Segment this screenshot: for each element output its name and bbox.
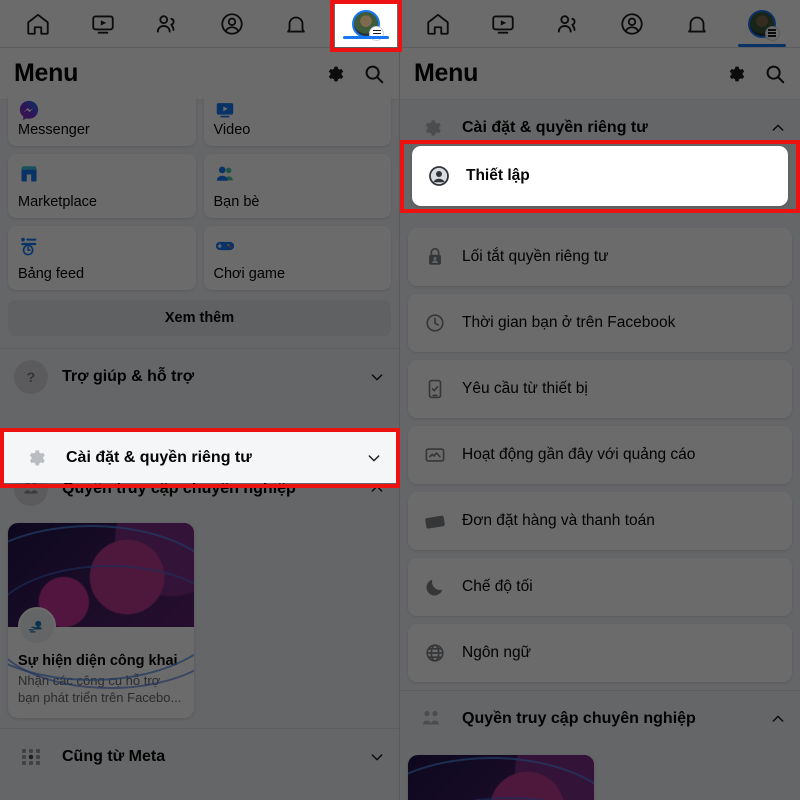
tile-label: Messenger <box>18 122 90 138</box>
marketplace-icon <box>18 162 186 186</box>
friends-icon <box>214 162 382 186</box>
section-label: Cài đặt & quyền riêng tư <box>66 448 252 466</box>
list-item-label: Đơn đặt hàng và thanh toán <box>462 512 655 529</box>
list-item-label: Ngôn ngữ <box>462 644 531 661</box>
video-icon <box>214 98 382 122</box>
list-item-recent-ad-activity[interactable]: Hoạt động gần đây với quảng cáo <box>408 426 792 484</box>
lock-person-icon <box>422 246 448 268</box>
account-circle-icon <box>426 164 452 188</box>
left-panel: Menu Messenger Video Marketplace Bạn bè … <box>0 0 400 800</box>
tile-friends[interactable]: Bạn bè <box>203 154 391 218</box>
moon-icon <box>422 576 448 598</box>
nav-video-icon[interactable] <box>475 1 531 47</box>
tile-feeds[interactable]: Bảng feed <box>8 226 196 290</box>
promo-arc-decoration <box>408 757 594 800</box>
chevron-down-icon <box>371 754 383 761</box>
tile-label: Bảng feed <box>18 266 85 282</box>
nav-home-icon[interactable] <box>10 1 66 47</box>
device-check-icon <box>422 378 448 400</box>
nav-bell-icon[interactable] <box>669 1 725 47</box>
ads-activity-icon <box>422 444 448 466</box>
search-icon[interactable] <box>363 63 385 85</box>
list-item-label: Lối tắt quyền riêng tư <box>462 248 609 265</box>
avatar <box>747 9 780 41</box>
spotlight-thiet-lap-item[interactable]: Thiết lập <box>412 146 788 206</box>
tile-video[interactable]: Video <box>203 90 391 146</box>
chevron-up-icon <box>772 124 784 131</box>
hamburger-menu-badge-icon <box>369 26 384 41</box>
messenger-icon <box>18 98 186 122</box>
section-help-support[interactable]: ? Trợ giúp & hỗ trợ <box>0 349 399 405</box>
gear-icon[interactable] <box>724 63 746 85</box>
nav-profile-icon[interactable] <box>604 1 660 47</box>
tile-gaming[interactable]: Chơi game <box>203 226 391 290</box>
nav-menu-avatar-icon[interactable] <box>734 1 790 47</box>
search-icon[interactable] <box>764 63 786 85</box>
nav-friends-icon[interactable] <box>540 1 596 47</box>
chevron-down-icon <box>368 454 380 461</box>
svg-text:?: ? <box>27 370 36 386</box>
section-label: Trợ giúp & hỗ trợ <box>62 368 195 385</box>
list-item-device-requests[interactable]: Yêu cầu từ thiết bị <box>408 360 792 418</box>
promo-image <box>8 523 194 690</box>
gear-icon[interactable] <box>323 63 345 85</box>
clock-icon <box>422 312 448 334</box>
top-navigation-bar-right <box>400 0 800 48</box>
spotlight-settings-privacy-row[interactable]: Cài đặt & quyền riêng tư <box>4 432 396 483</box>
nav-home-icon[interactable] <box>410 1 466 47</box>
gaming-icon <box>214 234 382 258</box>
chevron-up-icon <box>772 715 784 722</box>
list-item-time-on-facebook[interactable]: Thời gian bạn ở trên Facebook <box>408 294 792 352</box>
section-professional-access-right[interactable]: Quyền truy cập chuyên nghiệp <box>400 691 800 747</box>
list-item-label: Hoạt động gần đây với quảng cáo <box>462 446 696 463</box>
credit-card-icon <box>422 510 448 532</box>
section-label: Quyền truy cập chuyên nghiệp <box>462 710 696 727</box>
list-item-dark-mode[interactable]: Chế độ tối <box>408 558 792 616</box>
list-item-orders-payments[interactable]: Đơn đặt hàng và thanh toán <box>408 492 792 550</box>
section-label: Cũng từ Meta <box>62 748 166 766</box>
promo-image <box>408 755 594 800</box>
rocket-profile-icon <box>18 607 56 645</box>
nav-bell-icon[interactable] <box>268 1 324 47</box>
question-mark-icon: ? <box>14 360 48 394</box>
section-also-from-meta[interactable]: Cũng từ Meta <box>0 729 399 786</box>
menu-header-right: Menu <box>400 48 800 100</box>
tile-label: Bạn bè <box>213 194 260 210</box>
see-more-button[interactable]: Xem thêm <box>8 300 391 336</box>
list-item-label: Thời gian bạn ở trên Facebook <box>462 314 676 331</box>
list-item-label: Yêu cầu từ thiết bị <box>462 380 588 397</box>
page-title: Menu <box>14 59 79 87</box>
professional-icon <box>414 702 448 736</box>
list-item-label: Thiết lập <box>466 167 530 184</box>
gear-icon <box>414 111 448 145</box>
right-panel: Menu Cài đặt & quyền riêng tư Lối tắt qu… <box>400 0 800 800</box>
nav-video-icon[interactable] <box>75 1 131 47</box>
settings-list: Lối tắt quyền riêng tư Thời gian bạn ở t… <box>400 156 800 682</box>
tile-label: Video <box>213 122 251 138</box>
tile-marketplace[interactable]: Marketplace <box>8 154 196 218</box>
screenshot-root: Menu Messenger Video Marketplace Bạn bè … <box>0 0 800 800</box>
page-title: Menu <box>414 59 479 87</box>
spotlight-menu-avatar-cell[interactable] <box>335 1 397 47</box>
nav-friends-icon[interactable] <box>139 1 195 47</box>
list-item-label: Chế độ tối <box>462 578 533 595</box>
list-item-language[interactable]: Ngôn ngữ <box>408 624 792 682</box>
shortcut-tiles-grid: Messenger Video Marketplace Bạn bè Bảng … <box>0 90 399 290</box>
nav-profile-icon[interactable] <box>204 1 260 47</box>
meta-apps-icon <box>14 740 48 774</box>
chevron-up-icon <box>371 485 383 492</box>
tile-label: Chơi game <box>213 266 286 282</box>
promo-card-public-presence[interactable]: Sự hiện diện công khai Nhận các công cụ … <box>8 523 194 719</box>
chevron-down-icon <box>371 374 383 381</box>
list-item-privacy-shortcut[interactable]: Lối tắt quyền riêng tư <box>408 228 792 286</box>
promo-card-public-presence-right[interactable] <box>408 755 594 800</box>
tile-messenger[interactable]: Messenger <box>8 90 196 146</box>
section-label: Cài đặt & quyền riêng tư <box>462 119 648 136</box>
hamburger-menu-badge-icon <box>764 25 780 41</box>
gear-icon <box>18 441 52 475</box>
avatar <box>352 10 384 41</box>
feeds-icon <box>18 234 186 258</box>
tile-label: Marketplace <box>18 194 97 210</box>
globe-icon <box>422 642 448 664</box>
